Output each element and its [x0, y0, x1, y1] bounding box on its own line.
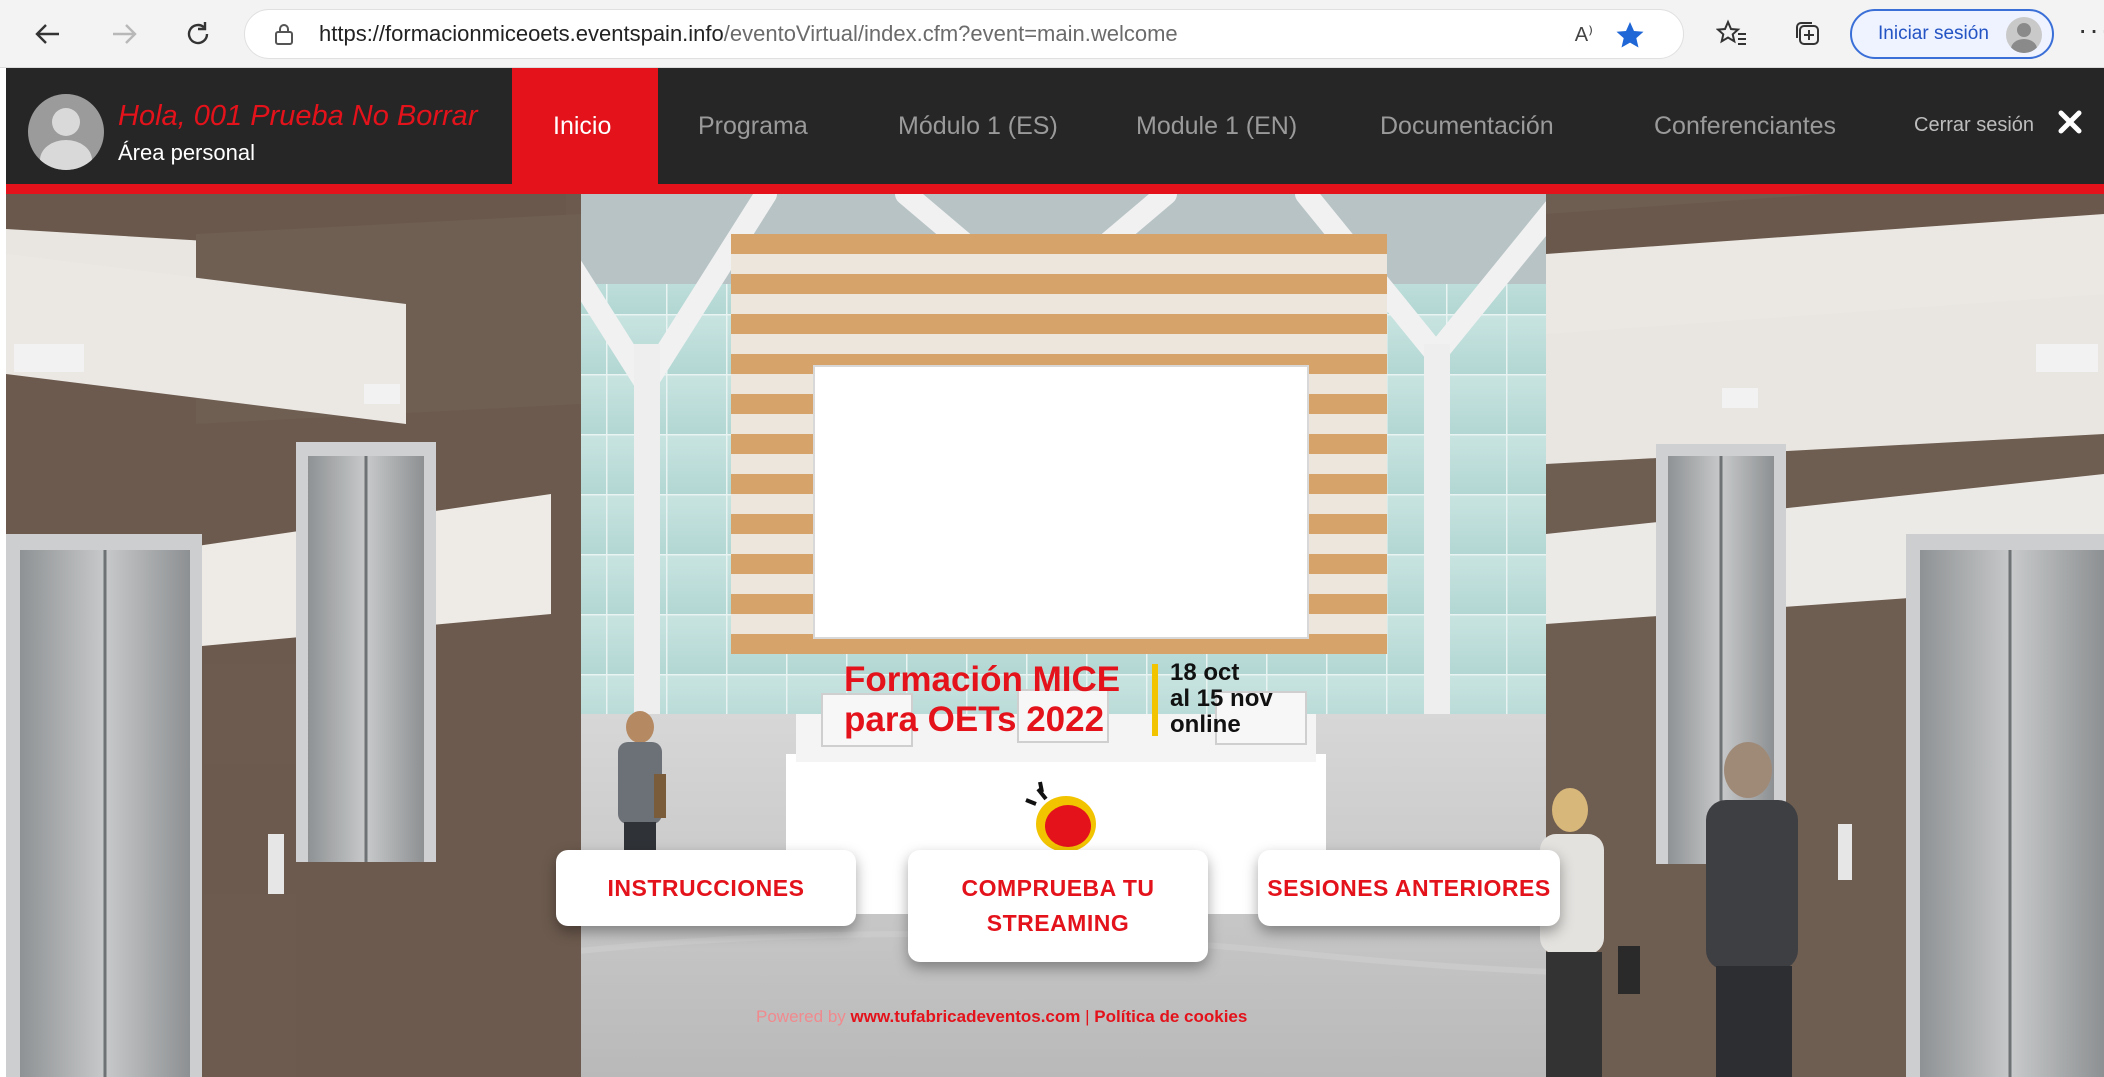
event-title: Formación MICE para OETs 2022: [844, 660, 1120, 740]
url-text: https://formacionmiceoets.eventspain.inf…: [319, 21, 1178, 46]
menu-item-programa[interactable]: Programa: [698, 112, 808, 141]
previous-sessions-button[interactable]: SESIONES ANTERIORES: [1258, 850, 1560, 926]
footer-separator: |: [1085, 1007, 1090, 1026]
forward-icon[interactable]: [104, 14, 144, 54]
address-bar[interactable]: https://formacionmiceoets.eventspain.inf…: [244, 9, 1684, 59]
powered-by-text: Powered by: [756, 1007, 846, 1026]
star-icon[interactable]: [1615, 20, 1645, 50]
menu-item-conferenciantes[interactable]: Conferenciantes: [1654, 112, 1836, 141]
lock-icon[interactable]: [273, 23, 295, 45]
user-greeting: Hola, 001 Prueba No Borrar: [118, 100, 478, 132]
signin-button[interactable]: Iniciar sesión: [1850, 9, 2054, 59]
event-date-line2: al 15 nov: [1170, 685, 1273, 712]
instructions-button[interactable]: INSTRUCCIONES: [556, 850, 856, 926]
banner-divider: [1152, 664, 1158, 736]
cookie-policy-link[interactable]: Política de cookies: [1094, 1007, 1247, 1026]
menu-item-documentacion[interactable]: Documentación: [1380, 112, 1554, 141]
event-title-line1: Formación MICE: [844, 660, 1121, 699]
check-streaming-line1: COMPRUEBA TU: [961, 875, 1155, 901]
collections-icon[interactable]: [1790, 16, 1826, 52]
menu-item-module-en[interactable]: Module 1 (EN): [1136, 112, 1297, 141]
user-avatar[interactable]: [28, 94, 104, 170]
header-accent-line: [6, 184, 2104, 194]
browser-toolbar: https://formacionmiceoets.eventspain.inf…: [0, 0, 2104, 68]
favorites-icon[interactable]: [1714, 16, 1750, 52]
instructions-button-label: INSTRUCCIONES: [607, 874, 805, 901]
refresh-icon[interactable]: [178, 14, 218, 54]
signin-label: Iniciar sesión: [1878, 23, 1989, 44]
event-title-line2: para OETs 2022: [844, 700, 1105, 739]
logout-link[interactable]: Cerrar sesión: [1914, 114, 2034, 137]
menu-item-inicio[interactable]: Inicio: [553, 112, 611, 141]
event-date-line1: 18 oct: [1170, 659, 1240, 686]
personal-area-link[interactable]: Área personal: [118, 140, 255, 166]
footer: Powered by www.tufabricadeventos.com | P…: [756, 1007, 1247, 1027]
close-icon[interactable]: [2056, 108, 2084, 136]
event-date-line3: online: [1170, 711, 1241, 738]
check-streaming-button[interactable]: COMPRUEBA TU STREAMING: [908, 850, 1208, 962]
more-icon[interactable]: ···: [2078, 14, 2104, 46]
powered-by-link[interactable]: www.tufabricadeventos.com: [851, 1007, 1081, 1026]
profile-icon: [2006, 17, 2042, 53]
back-icon[interactable]: [28, 14, 68, 54]
event-dates: 18 oct al 15 nov online: [1170, 660, 1273, 738]
check-streaming-line2: STREAMING: [986, 910, 1130, 936]
menu-item-modulo-es[interactable]: Módulo 1 (ES): [898, 112, 1058, 141]
previous-sessions-button-label: SESIONES ANTERIORES: [1267, 874, 1551, 901]
read-aloud-icon[interactable]: A⁾: [1575, 22, 1593, 47]
